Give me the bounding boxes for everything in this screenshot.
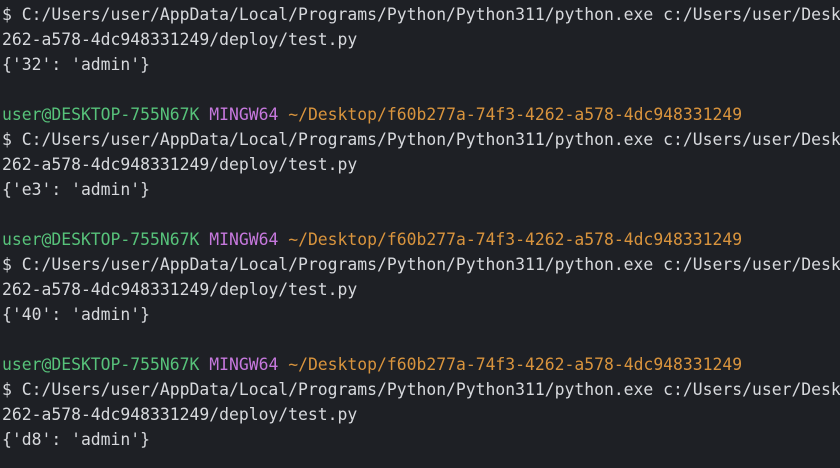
terminal-prompt: user@DESKTOP-755N67K MINGW64 ~/Desktop/f…	[2, 227, 840, 252]
terminal-line: 262-a578-4dc948331249/deploy/test.py	[2, 30, 358, 49]
terminal-line: {'32': 'admin'}	[2, 55, 151, 74]
terminal-line: $ C:/Users/user/AppData/Local/Programs/P…	[2, 255, 840, 274]
terminal-line: {'40': 'admin'}	[2, 305, 151, 324]
prompt-path: ~/Desktop/f60b277a-74f3-4262-a578-4dc948…	[288, 355, 743, 374]
prompt-path: ~/Desktop/f60b277a-74f3-4262-a578-4dc948…	[288, 230, 743, 249]
terminal-line: {'d8': 'admin'}	[2, 430, 151, 449]
prompt-user-host: user@DESKTOP-755N67K	[2, 230, 200, 249]
terminal-prompt: user@DESKTOP-755N67K MINGW64 ~/Desktop/f…	[2, 102, 840, 127]
prompt-system: MINGW64	[209, 230, 279, 249]
terminal-line: {'e3': 'admin'}	[2, 180, 151, 199]
prompt-path: ~/Desktop/f60b277a-74f3-4262-a578-4dc948…	[288, 105, 743, 124]
prompt-system: MINGW64	[209, 355, 279, 374]
terminal-line: 262-a578-4dc948331249/deploy/test.py	[2, 405, 358, 424]
terminal-output[interactable]: $ C:/Users/user/AppData/Local/Programs/P…	[0, 0, 840, 468]
prompt-system: MINGW64	[209, 105, 279, 124]
terminal-line: 262-a578-4dc948331249/deploy/test.py	[2, 280, 358, 299]
terminal-line: $ C:/Users/user/AppData/Local/Programs/P…	[2, 380, 840, 399]
prompt-user-host: user@DESKTOP-755N67K	[2, 355, 200, 374]
terminal-line: 262-a578-4dc948331249/deploy/test.py	[2, 155, 358, 174]
terminal-line: $ C:/Users/user/AppData/Local/Programs/P…	[2, 130, 840, 149]
terminal-line: $ C:/Users/user/AppData/Local/Programs/P…	[2, 5, 840, 24]
terminal-prompt: user@DESKTOP-755N67K MINGW64 ~/Desktop/f…	[2, 352, 840, 377]
prompt-user-host: user@DESKTOP-755N67K	[2, 105, 200, 124]
